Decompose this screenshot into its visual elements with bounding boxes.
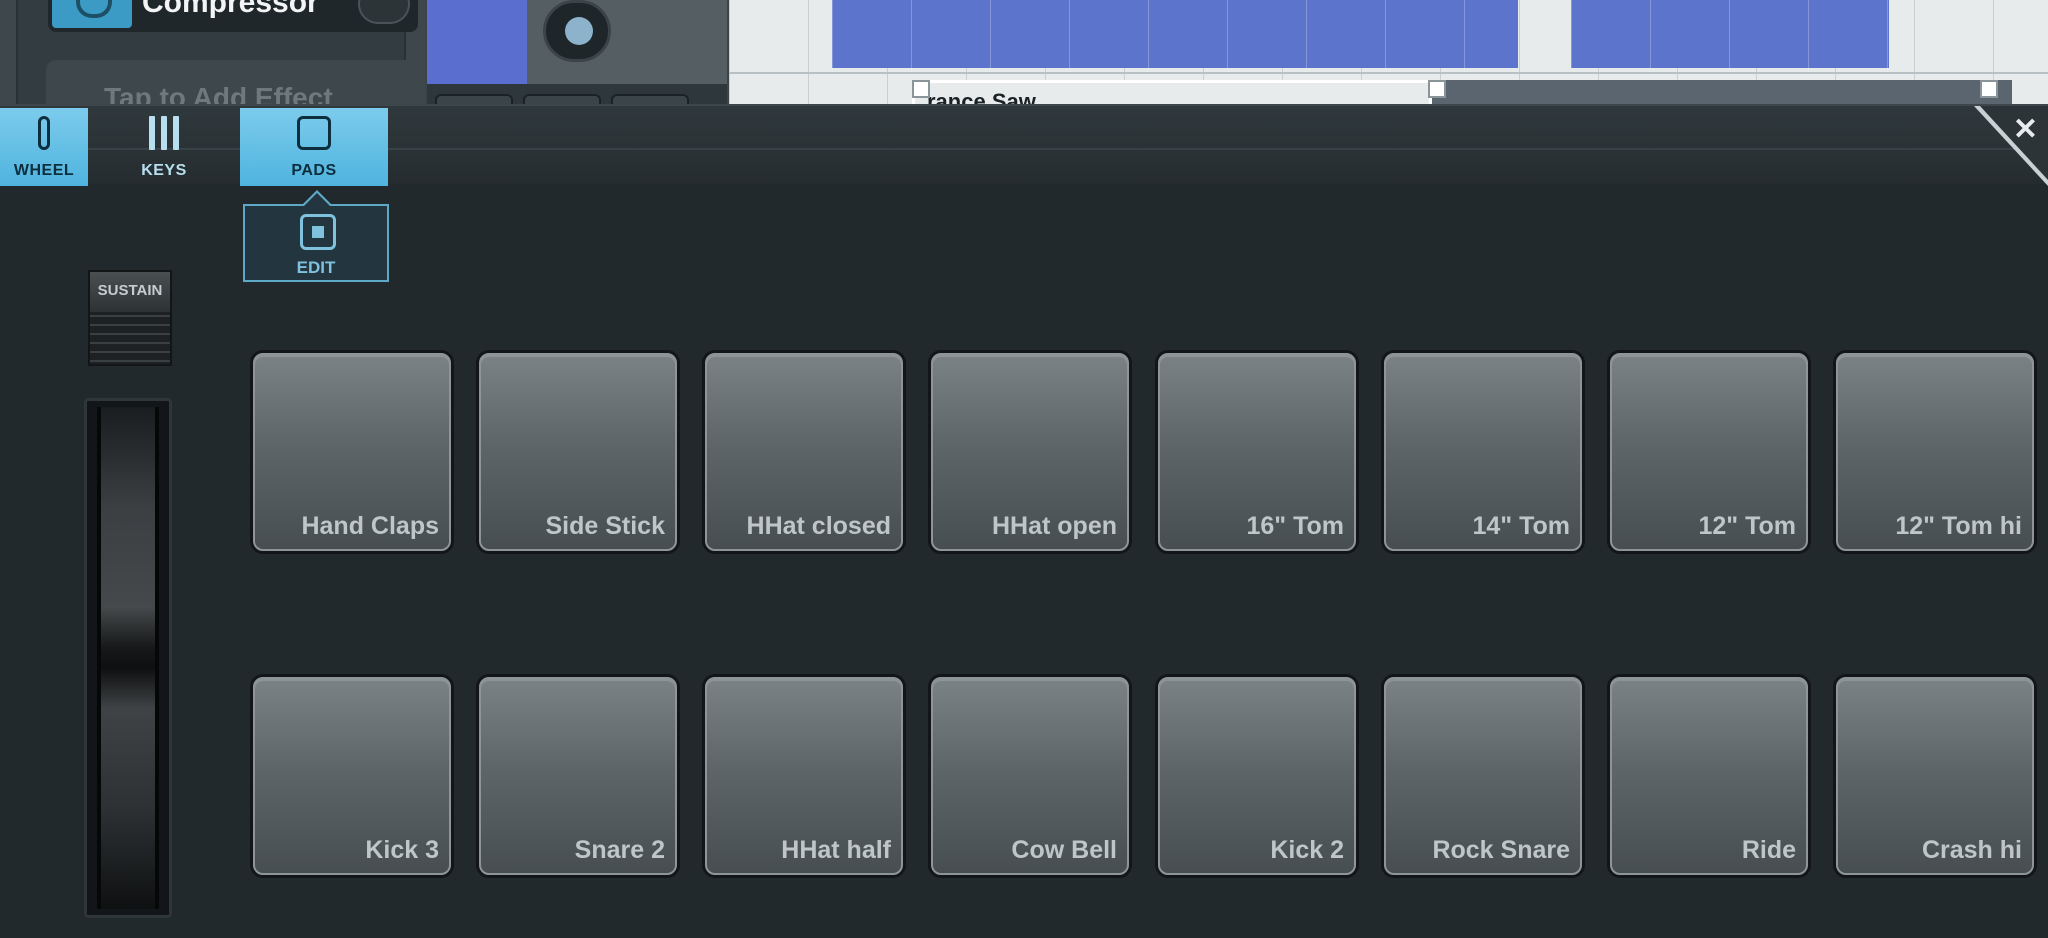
edit-pads-icon	[300, 214, 336, 250]
track-color-lane	[427, 0, 527, 84]
pad-label: Side Stick	[545, 512, 666, 540]
drum-pad[interactable]: Hand Claps	[253, 353, 451, 551]
region-label: rance Saw	[927, 89, 1036, 104]
background-app-strip: Compressor Tap to Add Effect rance Saw	[0, 0, 2048, 104]
pad-label: Snare 2	[574, 836, 665, 864]
drum-pad[interactable]: Kick 2	[1158, 677, 1356, 875]
pad-label: 12" Tom hi	[1895, 512, 2022, 540]
panel-toolbar: WHEEL KEYS PADS ✕	[0, 104, 2048, 186]
keys-icon	[149, 116, 179, 150]
wheel-icon	[38, 116, 50, 150]
drum-pad[interactable]: Cow Bell	[931, 677, 1129, 875]
effects-panel: Compressor Tap to Add Effect	[0, 0, 425, 104]
region-handle[interactable]	[912, 80, 930, 98]
drum-pad[interactable]: 14" Tom	[1384, 353, 1582, 551]
region-bar[interactable]: rance Saw	[912, 80, 2012, 104]
drum-pad[interactable]: 12" Tom	[1610, 353, 1808, 551]
drum-pad[interactable]: Kick 3	[253, 677, 451, 875]
pad-label: Hand Claps	[301, 512, 439, 540]
drum-pad[interactable]: Ride	[1610, 677, 1808, 875]
pad-label: 14" Tom	[1472, 512, 1570, 540]
arrange-view[interactable]: rance Saw	[729, 0, 2048, 104]
add-effect-button[interactable]: Tap to Add Effect	[46, 60, 422, 104]
edit-button[interactable]: EDIT	[243, 190, 389, 282]
track-header	[427, 0, 727, 104]
pads-icon	[297, 116, 331, 150]
sustain-label: SUSTAIN	[97, 282, 163, 299]
sustain-cap: SUSTAIN	[90, 272, 170, 312]
region-handle[interactable]	[1980, 80, 1998, 98]
tab-wheel-label: WHEEL	[13, 162, 75, 179]
pad-label: Cow Bell	[1011, 836, 1117, 864]
pad-label: Kick 3	[365, 836, 439, 864]
drum-pad[interactable]: Snare 2	[479, 677, 677, 875]
track-buttons[interactable]	[435, 94, 715, 104]
tab-pads[interactable]: PADS	[240, 108, 388, 186]
drum-pad[interactable]: HHat closed	[705, 353, 903, 551]
midi-clip[interactable]	[1571, 0, 1889, 68]
pad-label: Kick 2	[1270, 836, 1344, 864]
volume-knob[interactable]	[543, 0, 611, 62]
app-root: Compressor Tap to Add Effect rance Saw W…	[0, 0, 2048, 938]
track-divider	[729, 72, 2048, 74]
sustain-button[interactable]: SUSTAIN	[88, 270, 172, 366]
drum-pad[interactable]: 16" Tom	[1158, 353, 1356, 551]
midi-clip[interactable]	[832, 0, 1518, 68]
drum-pad[interactable]: HHat open	[931, 353, 1129, 551]
tab-keys[interactable]: KEYS	[120, 108, 208, 186]
close-icon: ✕	[2012, 113, 2038, 146]
pad-label: Crash hi	[1921, 836, 2022, 864]
drum-pad[interactable]: HHat half	[705, 677, 903, 875]
modulation-wheel[interactable]	[84, 398, 172, 918]
edit-knob-icon[interactable]	[358, 0, 410, 24]
pad-label: HHat open	[992, 512, 1117, 540]
controller-panel: WHEEL KEYS PADS ✕ EDIT SUSTAIN Hand Clap…	[0, 104, 2048, 938]
wheel-drum[interactable]	[97, 407, 159, 909]
pad-label: 16" Tom	[1246, 512, 1344, 540]
tab-wheel[interactable]: WHEEL	[0, 108, 88, 186]
add-effect-label: Tap to Add Effect	[104, 82, 333, 104]
drum-pad[interactable]: 12" Tom hi	[1836, 353, 2034, 551]
effect-name: Compressor	[142, 0, 319, 19]
tab-pads-label: PADS	[291, 162, 337, 179]
close-button[interactable]: ✕	[1974, 106, 2048, 186]
drum-pad[interactable]: Rock Snare	[1384, 677, 1582, 875]
region-tag[interactable]: rance Saw	[912, 80, 1432, 104]
region-handle[interactable]	[1428, 80, 1446, 98]
tab-keys-label: KEYS	[141, 162, 187, 179]
pad-label: HHat closed	[746, 512, 891, 540]
effects-panel-inner: Compressor Tap to Add Effect	[16, 0, 422, 104]
power-icon[interactable]	[52, 0, 132, 28]
edit-label: EDIT	[296, 258, 336, 277]
drum-pad[interactable]: Crash hi	[1836, 677, 2034, 875]
drum-pad[interactable]: Side Stick	[479, 353, 677, 551]
pad-label: 12" Tom	[1698, 512, 1796, 540]
pad-label: HHat half	[781, 836, 891, 864]
effect-slot-compressor[interactable]: Compressor	[48, 0, 418, 32]
pad-label: Ride	[1741, 836, 1796, 864]
pad-label: Rock Snare	[1432, 836, 1570, 864]
